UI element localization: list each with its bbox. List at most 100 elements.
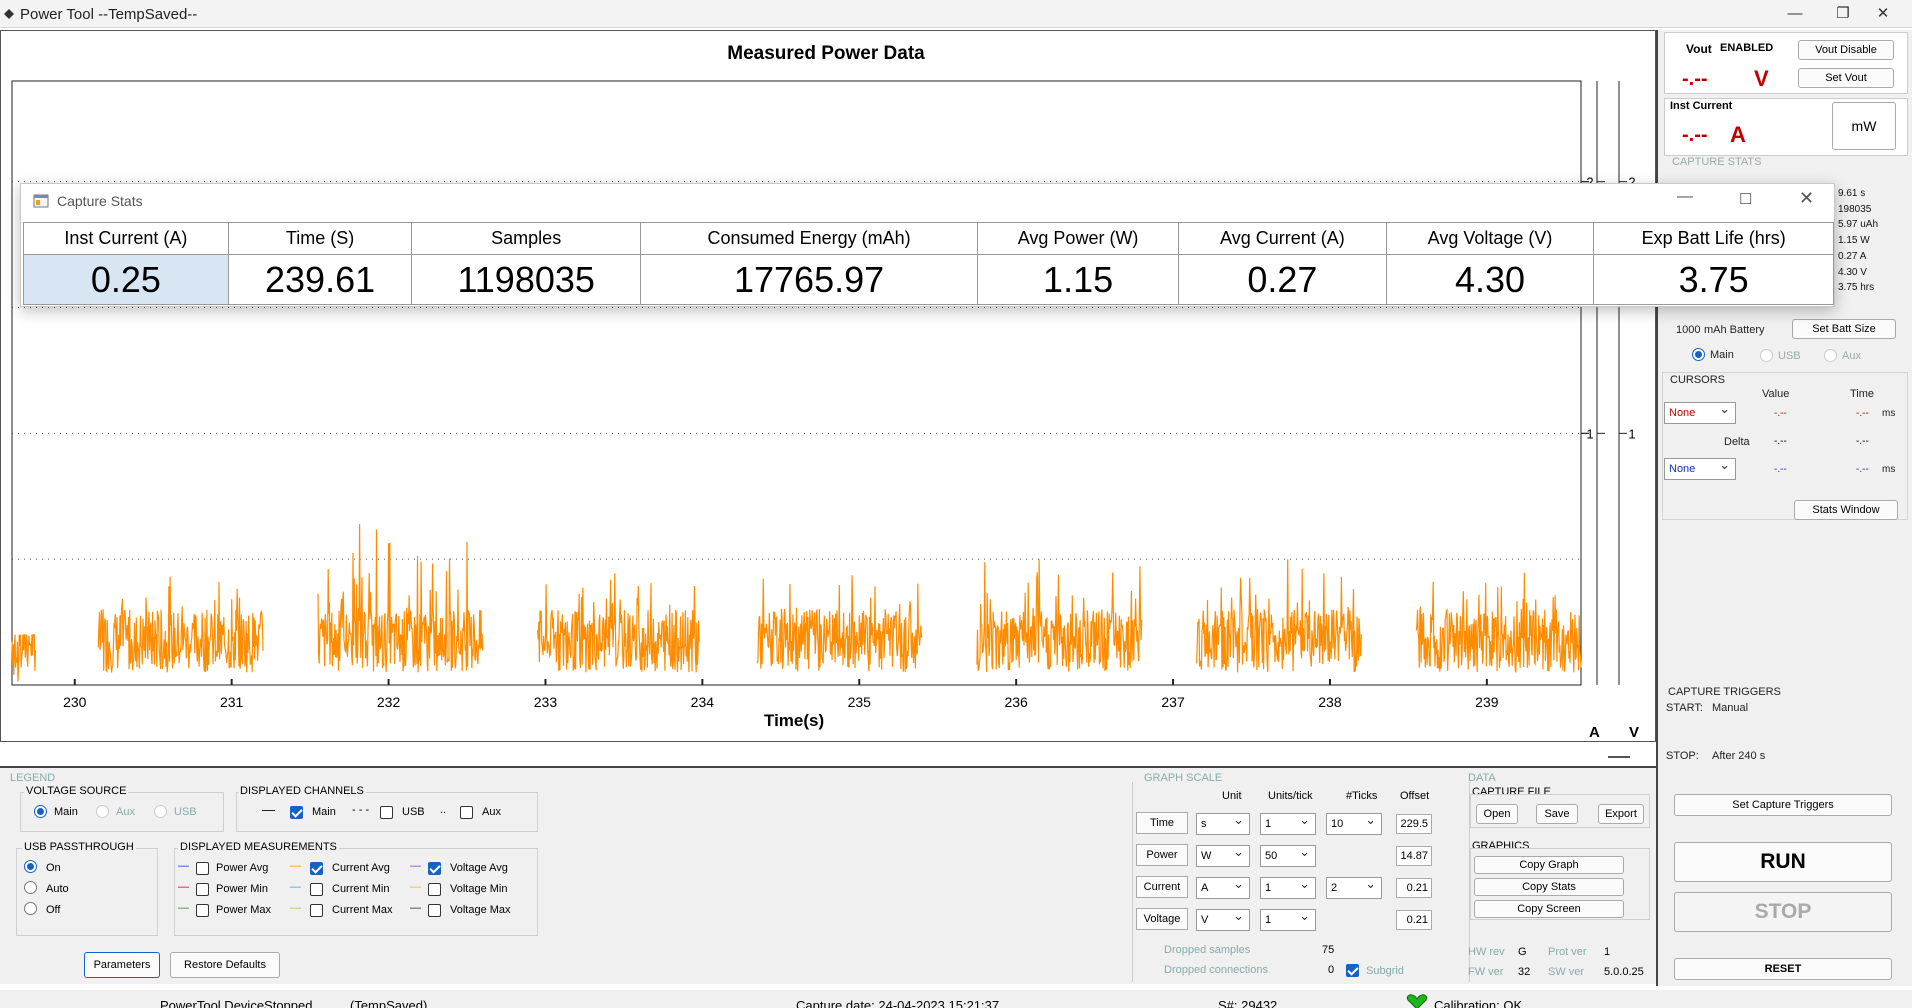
vs-aux-radio[interactable] (96, 805, 109, 818)
current-max-checkbox[interactable] (310, 904, 323, 917)
current-unit-select[interactable]: A (1196, 874, 1250, 899)
cursor2-select[interactable]: None (1664, 455, 1736, 480)
pt-auto-label: Auto (46, 883, 69, 895)
current-units-tick-select[interactable]: 1 (1260, 874, 1316, 899)
subgrid-checkbox[interactable] (1346, 964, 1359, 977)
power-offset-field[interactable]: 14.87 (1396, 846, 1432, 866)
stats-avg-power[interactable]: 1.15 (977, 254, 1180, 305)
x-tick-label: 239 (1475, 694, 1499, 710)
capture-stats-title: Capture Stats (57, 193, 143, 209)
radio-usb[interactable] (1760, 349, 1773, 362)
close-button[interactable]: ✕ (1860, 0, 1906, 28)
set-vout-button[interactable]: Set Vout (1798, 68, 1894, 88)
vout-value: -.-- (1682, 68, 1708, 90)
stats-exp-batt-life[interactable]: 3.75 (1593, 254, 1834, 305)
inst-current-label: Inst Current (1670, 100, 1733, 112)
time-ticks-select[interactable]: 10 (1326, 810, 1382, 835)
x-tick-label: 233 (534, 694, 558, 710)
radio-aux-label: Aux (1842, 350, 1861, 362)
stats-inst-current[interactable]: 0.25 (23, 254, 229, 305)
x-axis-label: Time(s) (764, 711, 825, 730)
pt-auto-radio[interactable] (24, 881, 37, 894)
set-batt-size-button[interactable]: Set Batt Size (1792, 319, 1896, 339)
time-unit-select[interactable]: s (1196, 810, 1250, 835)
ch-usb-checkbox[interactable] (380, 806, 393, 819)
power-min-checkbox[interactable] (196, 883, 209, 896)
saved-status: (TempSaved) (350, 998, 428, 1008)
cursor1-select[interactable]: None (1664, 399, 1736, 424)
power-max-line-icon: — (178, 902, 189, 914)
row-time[interactable]: Time (1136, 812, 1188, 834)
time-offset-field[interactable]: 229.5 (1396, 814, 1432, 834)
sw-ver-value: 5.0.0.25 (1604, 966, 1644, 978)
stats-maximize-button[interactable]: ☐ (1739, 190, 1752, 208)
stats-consumed-energy[interactable]: 17765.97 (640, 254, 979, 305)
stats-header: Exp Batt Life (hrs) (1593, 222, 1834, 255)
capture-stats-window[interactable]: Capture Stats — ☐ ✕ Inst Current (A) Tim… (20, 183, 1835, 307)
col-offset: Offset (1400, 790, 1430, 802)
stats-avg-voltage[interactable]: 4.30 (1385, 254, 1595, 305)
export-button[interactable]: Export (1598, 804, 1644, 824)
pt-on-label: On (46, 862, 61, 874)
stats-header: Time (S) (227, 222, 413, 255)
open-button[interactable]: Open (1476, 804, 1518, 824)
hw-rev-label: HW rev (1468, 946, 1505, 958)
vs-usb-label: USB (174, 806, 197, 818)
data-label: DATA (1468, 772, 1496, 784)
set-capture-triggers-button[interactable]: Set Capture Triggers (1674, 794, 1892, 816)
power-min-label: Power Min (216, 883, 268, 895)
voltage-unit-select[interactable]: V (1196, 906, 1250, 931)
power-units-tick-select[interactable]: 50 (1260, 842, 1316, 867)
power-max-checkbox[interactable] (196, 904, 209, 917)
ch-aux-label: Aux (482, 806, 501, 818)
ch-main-checkbox[interactable] (290, 806, 303, 819)
vs-usb-radio[interactable] (154, 805, 167, 818)
minimize-button[interactable]: — (1772, 0, 1818, 28)
copy-stats-button[interactable]: Copy Stats (1474, 878, 1624, 896)
stats-time[interactable]: 239.61 (227, 254, 413, 305)
collapse-handle[interactable] (1608, 756, 1630, 758)
row-voltage[interactable]: Voltage (1136, 908, 1188, 930)
col-ticks: #Ticks (1346, 790, 1378, 802)
vs-main-radio[interactable] (34, 805, 47, 818)
copy-graph-button[interactable]: Copy Graph (1474, 856, 1624, 874)
stats-avg-current[interactable]: 0.27 (1178, 254, 1387, 305)
pt-off-radio[interactable] (24, 902, 37, 915)
stats-samples[interactable]: 1198035 (411, 254, 642, 305)
stats-close-button[interactable]: ✕ (1799, 188, 1814, 209)
voltage-max-checkbox[interactable] (428, 904, 441, 917)
row-current[interactable]: Current (1136, 876, 1188, 898)
radio-main[interactable] (1692, 348, 1705, 361)
save-button[interactable]: Save (1536, 804, 1578, 824)
ch-aux-checkbox[interactable] (460, 806, 473, 819)
current-avg-checkbox[interactable] (310, 862, 323, 875)
restore-defaults-button[interactable]: Restore Defaults (170, 952, 280, 978)
reset-button[interactable]: RESET (1674, 958, 1892, 980)
pt-on-radio[interactable] (24, 860, 37, 873)
time-units-tick-select[interactable]: 1 (1260, 810, 1316, 835)
voltage-avg-checkbox[interactable] (428, 862, 441, 875)
parameters-button[interactable]: Parameters (84, 952, 160, 978)
radio-aux[interactable] (1824, 349, 1837, 362)
stop-button[interactable]: STOP (1674, 892, 1892, 932)
row-power[interactable]: Power (1136, 844, 1188, 866)
current-ticks-select[interactable]: 2 (1326, 874, 1382, 899)
current-offset-field[interactable]: 0.21 (1396, 878, 1432, 898)
stats-minimize-button[interactable]: — (1677, 188, 1693, 206)
current-min-checkbox[interactable] (310, 883, 323, 896)
power-avg-checkbox[interactable] (196, 862, 209, 875)
voltage-units-tick-select[interactable]: 1 (1260, 906, 1316, 931)
copy-screen-button[interactable]: Copy Screen (1474, 900, 1624, 918)
vout-disable-button[interactable]: Vout Disable (1798, 40, 1894, 60)
cursor2-time: -.-- (1856, 464, 1869, 475)
cursor1-ms: ms (1882, 408, 1896, 419)
voltage-min-checkbox[interactable] (428, 883, 441, 896)
power-min-line-icon: — (178, 881, 189, 893)
vout-unit: V (1754, 66, 1769, 91)
run-button[interactable]: RUN (1674, 842, 1892, 882)
stats-window-button[interactable]: Stats Window (1794, 500, 1898, 520)
power-unit-select[interactable]: W (1196, 842, 1250, 867)
mw-button[interactable]: mW (1832, 102, 1896, 150)
power-chart[interactable]: 1212230231232233234235236237238239 (1, 31, 1655, 741)
voltage-offset-field[interactable]: 0.21 (1396, 910, 1432, 930)
